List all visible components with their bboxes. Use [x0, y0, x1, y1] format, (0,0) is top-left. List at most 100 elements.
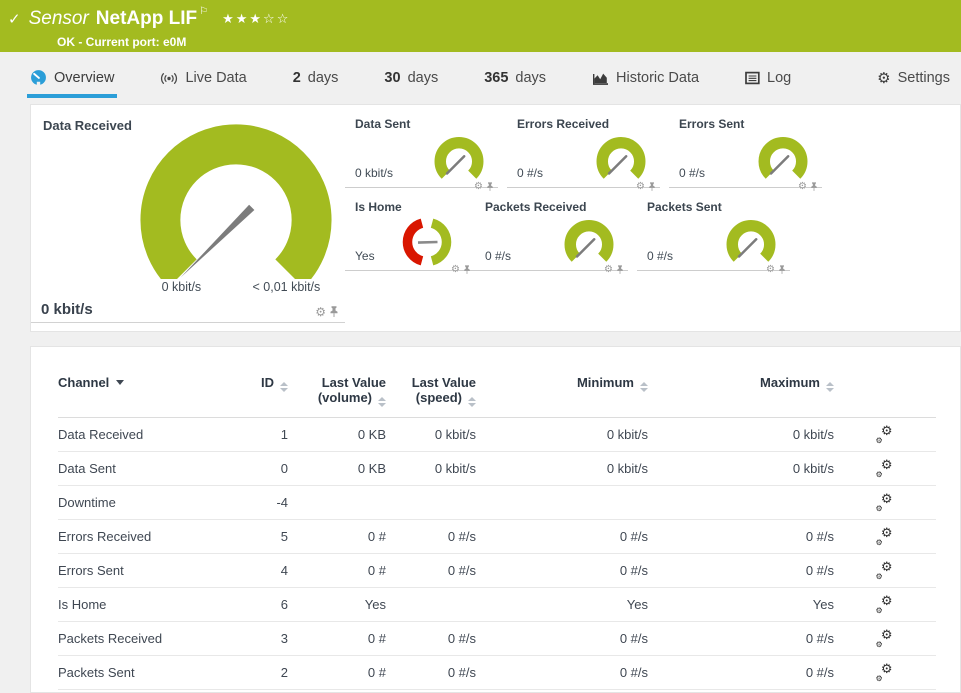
channel-row[interactable]: Errors Sent 4 0 # 0 #/s 0 #/s 0 #/s ⚙ ⚙	[58, 554, 936, 588]
column-header-maximum[interactable]: Maximum	[648, 375, 834, 392]
gauge-title: Packets Received	[485, 200, 586, 214]
channel-row[interactable]: Downtime -4 ⚙ ⚙	[58, 486, 936, 520]
column-header-minimum[interactable]: Minimum	[476, 375, 648, 392]
tab-log[interactable]: Log	[742, 61, 794, 98]
gear-icon: ⚙	[876, 573, 883, 581]
channel-settings-icon[interactable]: ⚙ ⚙	[876, 529, 893, 545]
sort-icon	[826, 382, 834, 392]
channel-maximum: 0 kbit/s	[648, 461, 834, 476]
gear-icon[interactable]: ⚙	[798, 182, 807, 192]
channel-row[interactable]: Is Home 6 Yes Yes Yes ⚙ ⚙	[58, 588, 936, 622]
tab-overview[interactable]: Overview	[27, 60, 117, 98]
channel-minimum: 0 #/s	[476, 665, 648, 680]
channel-last-value-volume: 0 #	[288, 665, 386, 680]
channel-row[interactable]: Data Received 1 0 KB 0 kbit/s 0 kbit/s 0…	[58, 418, 936, 452]
tab-live-data[interactable]: Live Data	[157, 61, 249, 98]
gauge-value: 0 kbit/s	[41, 301, 93, 318]
column-label: Minimum	[577, 375, 634, 390]
tab-label: Historic Data	[616, 70, 699, 86]
pin-icon[interactable]	[810, 181, 818, 192]
tab-365-days[interactable]: 365 days	[481, 61, 549, 98]
sort-icon	[280, 382, 288, 392]
channel-name[interactable]: Packets Sent	[58, 665, 238, 680]
channel-last-value-speed: 0 kbit/s	[386, 427, 476, 442]
tab-settings[interactable]: ⚙ Settings	[874, 61, 953, 98]
gear-icon: ⚙	[881, 560, 893, 573]
gauge-cell-packets-sent[interactable]: Packets Sent 0 #/s ⚙	[637, 188, 790, 271]
channel-row[interactable]: Packets Received 3 0 # 0 #/s 0 #/s 0 #/s…	[58, 622, 936, 656]
tab-30-days[interactable]: 30 days	[381, 61, 441, 98]
column-header-last-value-volume[interactable]: Last Value (volume)	[288, 375, 386, 407]
channel-settings-icon[interactable]: ⚙ ⚙	[876, 597, 893, 613]
gauge-value: 0 kbit/s	[355, 166, 393, 180]
gauge-cell-packets-received[interactable]: Packets Received 0 #/s ⚙	[475, 188, 628, 271]
flag-icon[interactable]: ⚐	[199, 6, 208, 17]
gauge-cell-data-sent[interactable]: Data Sent 0 kbit/s ⚙	[345, 105, 498, 188]
gear-icon[interactable]: ⚙	[315, 306, 326, 318]
channel-minimum: 0 #/s	[476, 529, 648, 544]
channel-last-value-volume: 0 #	[288, 631, 386, 646]
pin-icon[interactable]	[463, 264, 471, 275]
gear-icon[interactable]: ⚙	[451, 265, 460, 275]
channel-minimum: 0 #/s	[476, 631, 648, 646]
sort-icon	[468, 397, 476, 407]
gauge-value: Yes	[355, 249, 375, 263]
sensor-name[interactable]: NetApp LIF	[96, 8, 197, 30]
channel-settings-icon[interactable]: ⚙ ⚙	[876, 665, 893, 681]
gear-icon: ⚙	[876, 675, 883, 683]
column-header-last-value-speed[interactable]: Last Value (speed)	[386, 375, 476, 407]
channel-last-value-volume: 0 #	[288, 529, 386, 544]
channel-settings-icon[interactable]: ⚙ ⚙	[876, 495, 893, 511]
tab-2-days[interactable]: 2 days	[290, 61, 342, 98]
gear-icon: ⚙	[876, 505, 883, 513]
channel-last-value-speed: 0 #/s	[386, 665, 476, 680]
channel-row[interactable]: Data Sent 0 0 KB 0 kbit/s 0 kbit/s 0 kbi…	[58, 452, 936, 486]
tab-historic-data[interactable]: Historic Data	[589, 61, 702, 98]
channel-name[interactable]: Is Home	[58, 597, 238, 612]
channel-id: 5	[238, 529, 288, 544]
gauge-title: Data Sent	[355, 117, 410, 131]
channel-settings-icon[interactable]: ⚙ ⚙	[876, 427, 893, 443]
channel-row[interactable]: Errors Received 5 0 # 0 #/s 0 #/s 0 #/s …	[58, 520, 936, 554]
gauge-value: 0 #/s	[647, 249, 673, 263]
tab-label: days	[408, 70, 439, 86]
pin-icon[interactable]	[778, 264, 786, 275]
area-chart-icon	[592, 71, 609, 86]
channel-actions-cell: ⚙ ⚙	[834, 495, 934, 511]
gear-icon: ⚙	[881, 492, 893, 505]
gear-icon: ⚙	[876, 539, 883, 547]
pin-icon[interactable]	[329, 305, 339, 318]
pin-icon[interactable]	[616, 264, 624, 275]
radial-gauge	[131, 119, 341, 279]
gauge-cell-errors-sent[interactable]: Errors Sent 0 #/s ⚙	[669, 105, 822, 188]
gauge-cell-is-home[interactable]: Is Home Yes ⚙	[345, 188, 475, 271]
channel-name[interactable]: Errors Received	[58, 529, 238, 544]
channel-actions-cell: ⚙ ⚙	[834, 529, 934, 545]
priority-stars[interactable]: ★★★☆☆	[222, 11, 290, 27]
column-header-id[interactable]: ID	[238, 375, 288, 392]
channel-name[interactable]: Data Received	[58, 427, 238, 442]
channel-last-value-speed: 0 kbit/s	[386, 461, 476, 476]
channel-settings-icon[interactable]: ⚙ ⚙	[876, 631, 893, 647]
gauges-panel: Data Received 0 kbit/s < 0,01 kbit/s 0 k…	[30, 104, 961, 332]
gauge-cell-errors-received[interactable]: Errors Received 0 #/s ⚙	[507, 105, 660, 188]
channel-settings-icon[interactable]: ⚙ ⚙	[876, 563, 893, 579]
channel-name[interactable]: Packets Received	[58, 631, 238, 646]
channel-name[interactable]: Data Sent	[58, 461, 238, 476]
channel-row[interactable]: Packets Sent 2 0 # 0 #/s 0 #/s 0 #/s ⚙ ⚙	[58, 656, 936, 690]
column-header-channel[interactable]: Channel	[58, 375, 238, 390]
log-list-icon	[745, 71, 760, 85]
gauge-scale: 0 kbit/s < 0,01 kbit/s	[131, 280, 341, 296]
gear-icon[interactable]: ⚙	[604, 265, 613, 275]
gear-icon[interactable]: ⚙	[766, 265, 775, 275]
gauge-value: 0 #/s	[517, 166, 543, 180]
gear-icon: ⚙	[881, 424, 893, 437]
channel-name[interactable]: Downtime	[58, 495, 238, 510]
gauge-scale-min: 0 kbit/s	[162, 280, 202, 294]
gauge-cell-data-received[interactable]: Data Received 0 kbit/s < 0,01 kbit/s 0 k…	[31, 105, 345, 323]
channel-name[interactable]: Errors Sent	[58, 563, 238, 578]
channel-last-value-speed: 0 #/s	[386, 631, 476, 646]
channel-settings-icon[interactable]: ⚙ ⚙	[876, 461, 893, 477]
status-ok-check-icon: ✓	[8, 10, 21, 28]
channel-last-value-volume: Yes	[288, 597, 386, 612]
